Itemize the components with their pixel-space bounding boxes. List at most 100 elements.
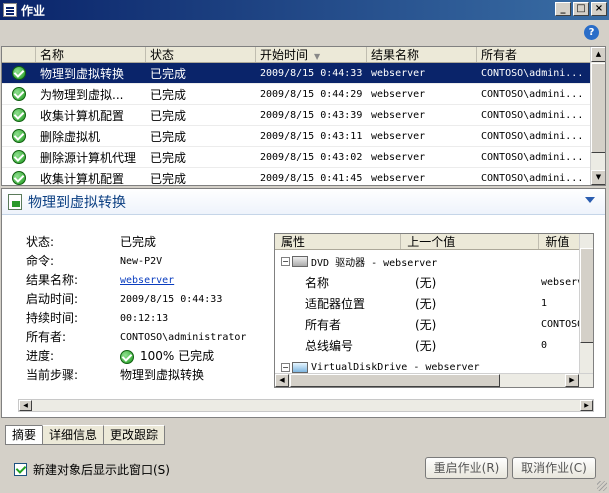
row-start-time: 2009/8/15 0:43:11	[260, 130, 363, 142]
property-label: 结果名称:	[26, 273, 79, 287]
property-value: 100% 已完成	[120, 347, 214, 366]
grid-vertical-scrollbar[interactable]: ▲ ▼	[590, 47, 605, 185]
change-previous-value: (无)	[415, 276, 437, 290]
window-title: 作业	[21, 3, 46, 18]
row-status-cell	[2, 150, 36, 165]
col-property[interactable]: 属性	[275, 234, 402, 249]
change-property: 所有者	[305, 318, 342, 332]
grid-col-name[interactable]: 名称	[36, 47, 146, 62]
completed-check-icon	[12, 108, 26, 123]
row-owner: CONTOSO\admini...	[481, 151, 584, 163]
property-label: 启动时间:	[26, 292, 79, 306]
table-row[interactable]: 为物理到虚拟... 已完成 2009/8/15 0:44:29 webserver CO…	[2, 84, 605, 105]
scroll-thumb[interactable]	[591, 63, 605, 153]
change-previous-value: (无)	[415, 318, 437, 332]
collapse-minus-icon[interactable]: −	[281, 362, 290, 372]
change-table: 属性 上一个值 新值 − DVD 驱动器 - webserver 名称 (无) webs…	[274, 233, 594, 388]
minimize-button[interactable]: _	[555, 2, 571, 16]
table-row[interactable]: 收集计算机配置 已完成 2009/8/15 0:43:39 webserver CONT…	[2, 105, 605, 126]
cancel-job-button[interactable]: 取消作业(C)	[512, 457, 596, 479]
property-value: New-P2V	[120, 256, 163, 267]
property-label: 持续时间:	[26, 311, 79, 325]
table-row[interactable]: 删除虚拟机 已完成 2009/8/15 0:43:11 webserver CONTOS…	[2, 126, 605, 147]
change-previous-value: (无)	[415, 297, 437, 311]
row-status: 已完成	[150, 171, 187, 186]
completed-check-icon	[12, 150, 26, 165]
job-properties: 状态: 已完成 命令: New-P2V 结果名称: webserver 启动时间: 2009/…	[26, 233, 266, 385]
restart-job-button[interactable]: 重启作业(R)	[425, 457, 508, 479]
row-status-cell	[2, 87, 36, 102]
disk-drive-icon	[292, 361, 308, 373]
row-start-time: 2009/8/15 0:44:29	[260, 88, 363, 100]
tab-summary[interactable]: 摘要	[5, 425, 44, 445]
scroll-right-icon[interactable]: ▶	[565, 374, 579, 387]
maximize-button[interactable]: □	[573, 2, 589, 16]
detail-hscroll[interactable]: ◀ ▶	[18, 399, 594, 412]
tab-details[interactable]: 详细信息	[42, 425, 105, 445]
property-row: 当前步骤: 物理到虚拟转换	[26, 366, 266, 385]
grid-col-owner[interactable]: 所有者	[477, 47, 593, 62]
grid-col-icon[interactable]	[2, 47, 36, 62]
table-row[interactable]: 收集计算机配置 已完成 2009/8/15 0:41:45 webserver CONT…	[2, 168, 605, 186]
collapse-minus-icon[interactable]: −	[281, 256, 290, 266]
row-start-time: 2009/8/15 0:43:02	[260, 151, 363, 163]
scroll-left-icon[interactable]: ◀	[275, 374, 289, 387]
grid-col-start-time[interactable]: 开始时间 ▼	[256, 47, 367, 62]
list-item[interactable]: 总线编号 (无) 0	[275, 335, 593, 356]
change-table-vscroll[interactable]	[579, 234, 593, 374]
detail-scroll-left-icon[interactable]: ◀	[19, 400, 32, 411]
result-name-link[interactable]: webserver	[120, 271, 174, 290]
row-name: 物理到虚拟转换	[40, 66, 125, 81]
show-on-new-option[interactable]: 新建对象后显示此窗口(S)	[14, 461, 170, 478]
show-on-new-checkbox[interactable]	[14, 463, 27, 476]
tab-change-tracking[interactable]: 更改跟踪	[103, 425, 166, 445]
close-button[interactable]: ×	[591, 2, 607, 16]
detail-tabs: 摘要 详细信息 更改跟踪	[5, 425, 166, 445]
collapse-chevron-icon[interactable]	[585, 197, 595, 203]
table-row[interactable]: 物理到虚拟转换 已完成 2009/8/15 0:44:33 webserver CONT…	[2, 63, 605, 84]
app-icon	[3, 3, 17, 17]
change-previous-value: (无)	[415, 339, 437, 353]
row-status: 已完成	[150, 66, 187, 81]
row-result-name: webserver	[371, 130, 426, 142]
change-table-hscroll-thumb[interactable]	[290, 374, 500, 387]
row-start-time: 2009/8/15 0:41:45	[260, 172, 363, 184]
col-previous-value[interactable]: 上一个值	[401, 234, 540, 249]
change-group-header[interactable]: − DVD 驱动器 - webserver	[275, 250, 593, 272]
row-status-cell	[2, 129, 36, 144]
change-property: 名称	[305, 276, 330, 290]
grid-col-result-name[interactable]: 结果名称	[367, 47, 477, 62]
row-start-time: 2009/8/15 0:43:39	[260, 109, 363, 121]
completed-check-icon	[12, 171, 26, 185]
row-status: 已完成	[150, 129, 187, 144]
change-table-vscroll-thumb[interactable]	[580, 248, 593, 343]
table-row[interactable]: 删除源计算机代理 已完成 2009/8/15 0:43:02 webserver CON…	[2, 147, 605, 168]
change-table-hscroll[interactable]: ◀ ▶	[275, 373, 593, 387]
row-result-name: webserver	[371, 88, 426, 100]
row-result-name: webserver	[371, 172, 426, 184]
row-owner: CONTOSO\admini...	[481, 88, 584, 100]
window-controls: _ □ ×	[555, 2, 607, 16]
detail-header: 物理到虚拟转换	[2, 189, 605, 215]
show-on-new-label: 新建对象后显示此窗口(S)	[33, 463, 170, 477]
scroll-up-icon[interactable]: ▲	[591, 47, 605, 62]
resize-grip[interactable]	[597, 481, 607, 491]
list-item[interactable]: 名称(无)webserver	[275, 272, 593, 293]
property-value: 2009/8/15 0:44:33	[120, 294, 223, 305]
progress-value: 100% 已完成	[140, 349, 215, 363]
detail-scroll-right-icon[interactable]: ▶	[580, 400, 593, 411]
property-value: 00:12:13	[120, 313, 169, 324]
change-group-title: DVD 驱动器 - webserver	[311, 257, 438, 269]
grid-col-status[interactable]: 状态	[146, 47, 256, 62]
list-item[interactable]: 适配器位置 (无) 1	[275, 293, 593, 314]
property-label: 进度:	[26, 349, 55, 363]
list-item[interactable]: 所有者(无)CONTOSO\a	[275, 314, 593, 335]
detail-title: 物理到虚拟转换	[28, 194, 126, 211]
scroll-down-icon[interactable]: ▼	[591, 170, 605, 185]
property-value: 物理到虚拟转换	[120, 368, 205, 382]
grid-col-start-time-label: 开始时间	[260, 48, 309, 62]
help-icon[interactable]: ?	[584, 25, 599, 40]
row-name: 收集计算机配置	[40, 171, 125, 186]
job-icon	[8, 193, 22, 210]
property-label: 当前步骤:	[26, 368, 79, 382]
